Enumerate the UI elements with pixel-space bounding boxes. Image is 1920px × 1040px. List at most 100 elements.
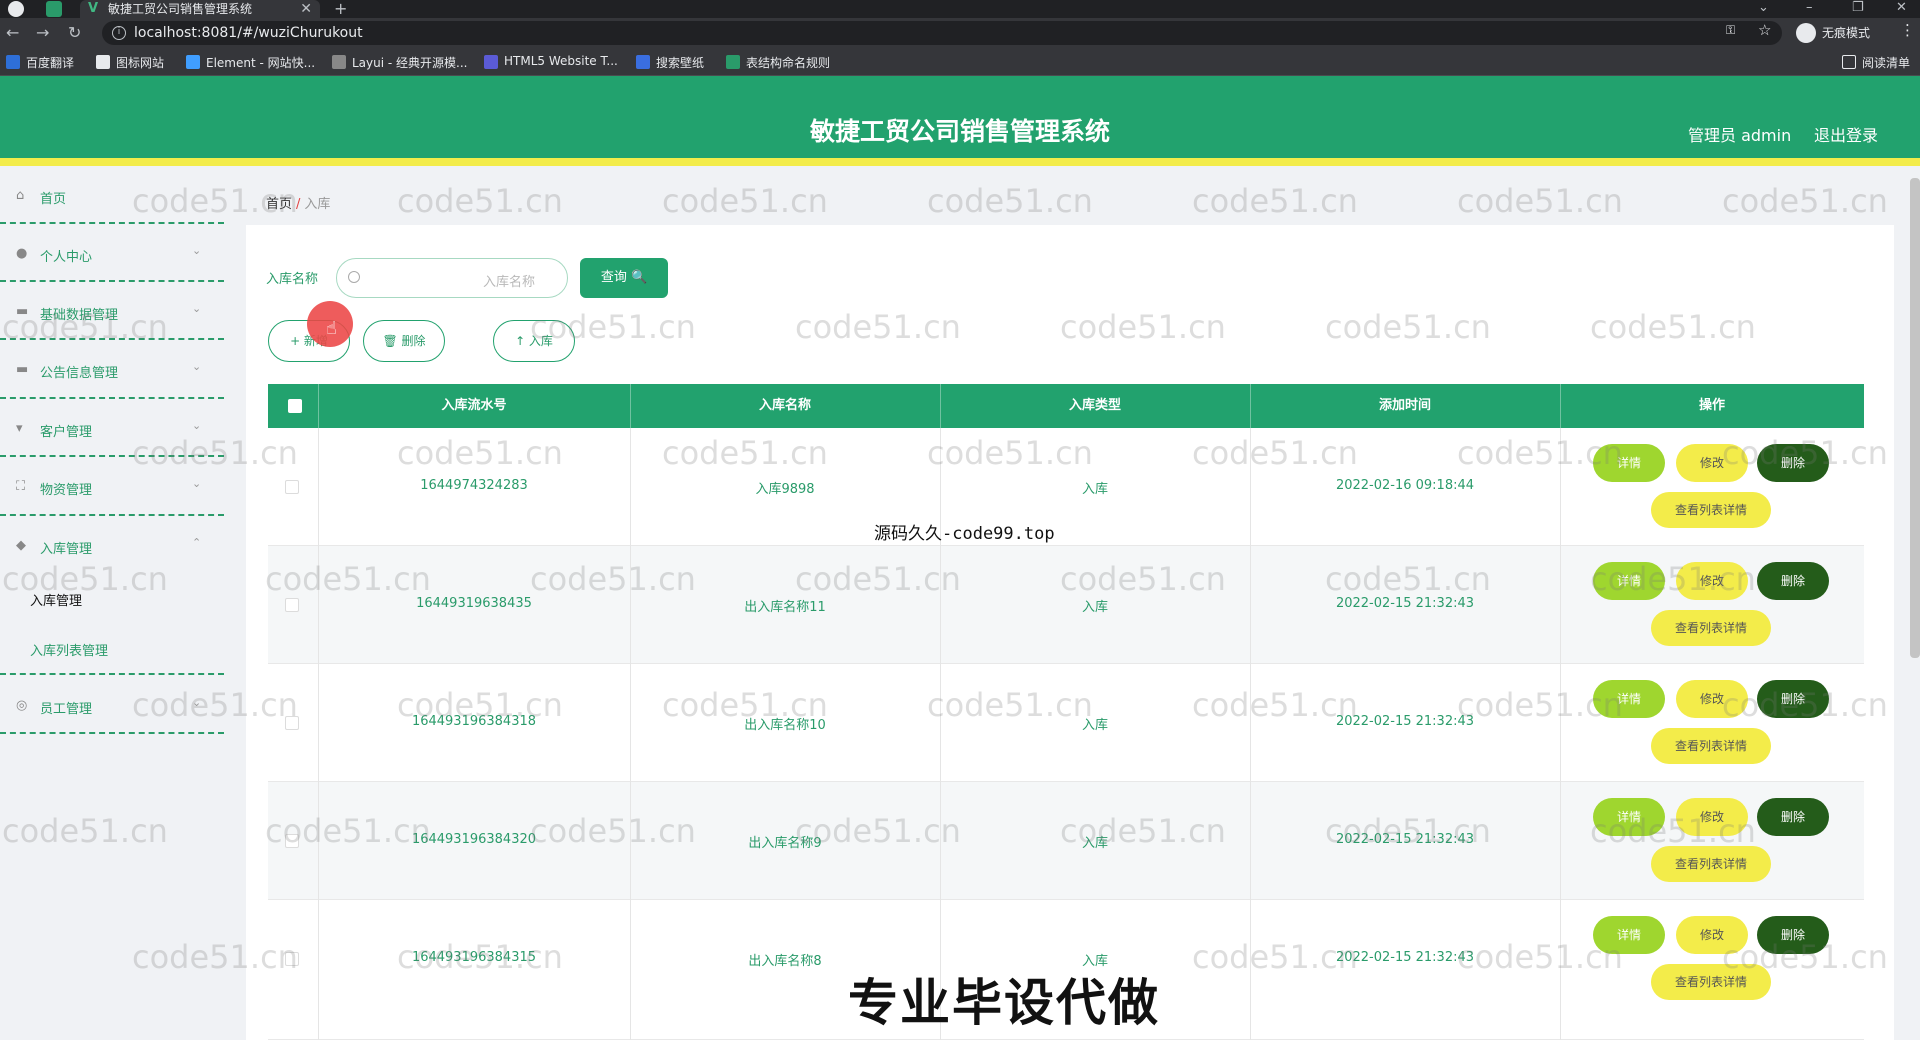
detail-button[interactable]: 详情 [1593, 680, 1665, 718]
pinned-tab-icon[interactable] [46, 1, 62, 17]
sidebar-item-customer[interactable]: ▾ 客户管理 ⌄ [0, 411, 224, 451]
tab-search-icon[interactable]: ⌄ [1758, 0, 1769, 16]
reload-icon[interactable]: ↻ [68, 23, 81, 42]
watermark-text: code51.cn [1722, 182, 1888, 220]
column-header: 操作 [1698, 398, 1725, 413]
row-delete-button[interactable]: 删除 [1757, 680, 1829, 718]
sidebar-item-notice[interactable]: ▬ 公告信息管理 ⌄ [0, 352, 224, 392]
sidebar-item-profile[interactable]: ● 个人中心 ⌄ [0, 236, 224, 276]
sidebar-subitem-warehouse-list[interactable]: 入库列表管理 [30, 640, 108, 659]
watermark-caption: 源码久久-code99.top [874, 524, 1055, 544]
new-tab-icon[interactable]: + [334, 0, 347, 18]
row-delete-button[interactable]: 删除 [1757, 444, 1829, 482]
tab-title: 敏捷工贸公司销售管理系统 [108, 2, 253, 16]
divider [0, 514, 224, 516]
address-bar: ← → ↻ i localhost:8081/#/wuziChurukout ⚿… [0, 18, 1920, 48]
row-checkbox[interactable] [285, 716, 299, 730]
restore-icon[interactable]: ❐ [1852, 0, 1864, 16]
url-text: localhost:8081/#/wuziChurukout [134, 25, 363, 41]
close-tab-icon[interactable]: ✕ [300, 0, 312, 18]
time-cell: 2022-02-16 09:18:44 [1335, 478, 1475, 493]
active-tab[interactable]: V 敏捷工贸公司销售管理系统 ✕ [80, 0, 320, 18]
bookmark-item[interactable]: 搜索壁纸 [636, 54, 704, 71]
divider [1250, 428, 1251, 1040]
incognito-label: 无痕模式 [1822, 26, 1871, 40]
minimize-icon[interactable]: – [1806, 0, 1813, 16]
divider [0, 673, 224, 675]
divider [0, 222, 224, 224]
row-checkbox[interactable] [285, 598, 299, 612]
serial-cell: 164493196384318 [411, 714, 537, 729]
browser-tabbar: V 敏捷工贸公司销售管理系统 ✕ + ⌄ – ❐ ✕ [0, 0, 1920, 18]
column-header: 入库类型 [1068, 398, 1121, 413]
sidebar-item-label: 首页 [40, 192, 67, 207]
list-detail-button[interactable]: 查看列表详情 [1651, 492, 1771, 528]
row-delete-button[interactable]: 删除 [1757, 562, 1829, 600]
sidebar-item-label: 个人中心 [40, 250, 93, 265]
row-checkbox[interactable] [285, 480, 299, 494]
sidebar-item-basic-data[interactable]: ▬ 基础数据管理 ⌄ [0, 294, 224, 334]
menu-icon[interactable]: ⋮ [1900, 21, 1915, 39]
sidebar-item-label: 员工管理 [40, 702, 93, 717]
bookmark-item[interactable]: HTML5 Website T... [484, 54, 618, 69]
back-icon[interactable]: ← [6, 23, 19, 42]
list-detail-button[interactable]: 查看列表详情 [1651, 728, 1771, 764]
column-header: 入库流水号 [441, 398, 507, 413]
detail-button[interactable]: 详情 [1593, 916, 1665, 954]
delete-button[interactable]: 🗑 删除 [363, 320, 445, 362]
sidebar-item-home[interactable]: ⌂ 首页 [0, 178, 224, 218]
inbound-button[interactable]: ↑ 入库 [493, 320, 575, 362]
row-delete-button[interactable]: 删除 [1757, 916, 1829, 954]
sidebar: ⌂ 首页 ● 个人中心 ⌄ ▬ 基础数据管理 ⌄ ▬ 公告信息管理 ⌄ ▾ 客户… [0, 178, 224, 1040]
bookmark-item[interactable]: 百度翻译 [6, 54, 74, 71]
column-header: 添加时间 [1378, 398, 1431, 413]
row-checkbox[interactable] [285, 952, 299, 966]
data-icon: ▬ [16, 304, 29, 319]
breadcrumb-home[interactable]: 首页 [266, 197, 292, 212]
key-icon[interactable]: ⚿ [1726, 23, 1735, 38]
type-cell: 入库 [1081, 718, 1108, 733]
row-checkbox[interactable] [285, 834, 299, 848]
bookmark-item[interactable]: Element - 网站快... [186, 54, 315, 71]
warehouse-icon: ◆ [16, 538, 26, 553]
list-detail-button[interactable]: 查看列表详情 [1651, 846, 1771, 882]
table-header: 入库流水号 入库名称 入库类型 添加时间 操作 [268, 384, 1864, 428]
detail-button[interactable]: 详情 [1593, 444, 1665, 482]
list-detail-button[interactable]: 查看列表详情 [1651, 610, 1771, 646]
chevron-down-icon: ⌄ [192, 696, 202, 709]
type-cell: 入库 [1081, 600, 1108, 615]
edit-button[interactable]: 修改 [1676, 680, 1748, 718]
reading-list[interactable]: 阅读清单 [1841, 54, 1910, 71]
serial-cell: 164493196384320 [411, 832, 537, 847]
row-delete-button[interactable]: 删除 [1757, 798, 1829, 836]
forward-icon[interactable]: → [36, 23, 49, 42]
sidebar-subitem-warehouse[interactable]: 入库管理 [30, 590, 82, 609]
site-info-icon[interactable]: i [112, 26, 126, 40]
sidebar-item-warehouse[interactable]: ◆ 入库管理 ⌃ [0, 528, 224, 568]
list-detail-button[interactable]: 查看列表详情 [1651, 964, 1771, 1000]
bookmark-icon [96, 55, 110, 69]
type-cell: 入库 [1081, 482, 1108, 497]
edit-button[interactable]: 修改 [1676, 444, 1748, 482]
edit-button[interactable]: 修改 [1676, 798, 1748, 836]
search-input[interactable]: 入库名称 [336, 258, 568, 298]
customer-icon: ▾ [16, 421, 23, 436]
bookmark-item[interactable]: Layui - 经典开源模... [332, 54, 467, 71]
serial-cell: 16449319638435 [416, 596, 532, 611]
bookmark-item[interactable]: 表结构命名规则 [726, 54, 830, 71]
detail-button[interactable]: 详情 [1593, 798, 1665, 836]
query-button[interactable]: 查询 🔍 [580, 258, 668, 298]
sidebar-item-goods[interactable]: ⛶ 物资管理 ⌄ [0, 469, 224, 509]
scrollbar[interactable] [1910, 178, 1920, 658]
edit-button[interactable]: 修改 [1676, 916, 1748, 954]
detail-button[interactable]: 详情 [1593, 562, 1665, 600]
logout-link[interactable]: 退出登录 [1814, 122, 1878, 146]
sidebar-item-staff[interactable]: ◎ 员工管理 ⌄ [0, 688, 224, 728]
url-input[interactable]: i localhost:8081/#/wuziChurukout [102, 21, 1782, 45]
bookmark-item[interactable]: 图标网站 [96, 54, 164, 71]
edit-button[interactable]: 修改 [1676, 562, 1748, 600]
close-window-icon[interactable]: ✕ [1896, 0, 1907, 16]
select-all-checkbox[interactable] [288, 399, 302, 413]
incognito-badge[interactable]: 无痕模式 [1796, 22, 1870, 44]
star-icon[interactable]: ☆ [1758, 21, 1771, 39]
